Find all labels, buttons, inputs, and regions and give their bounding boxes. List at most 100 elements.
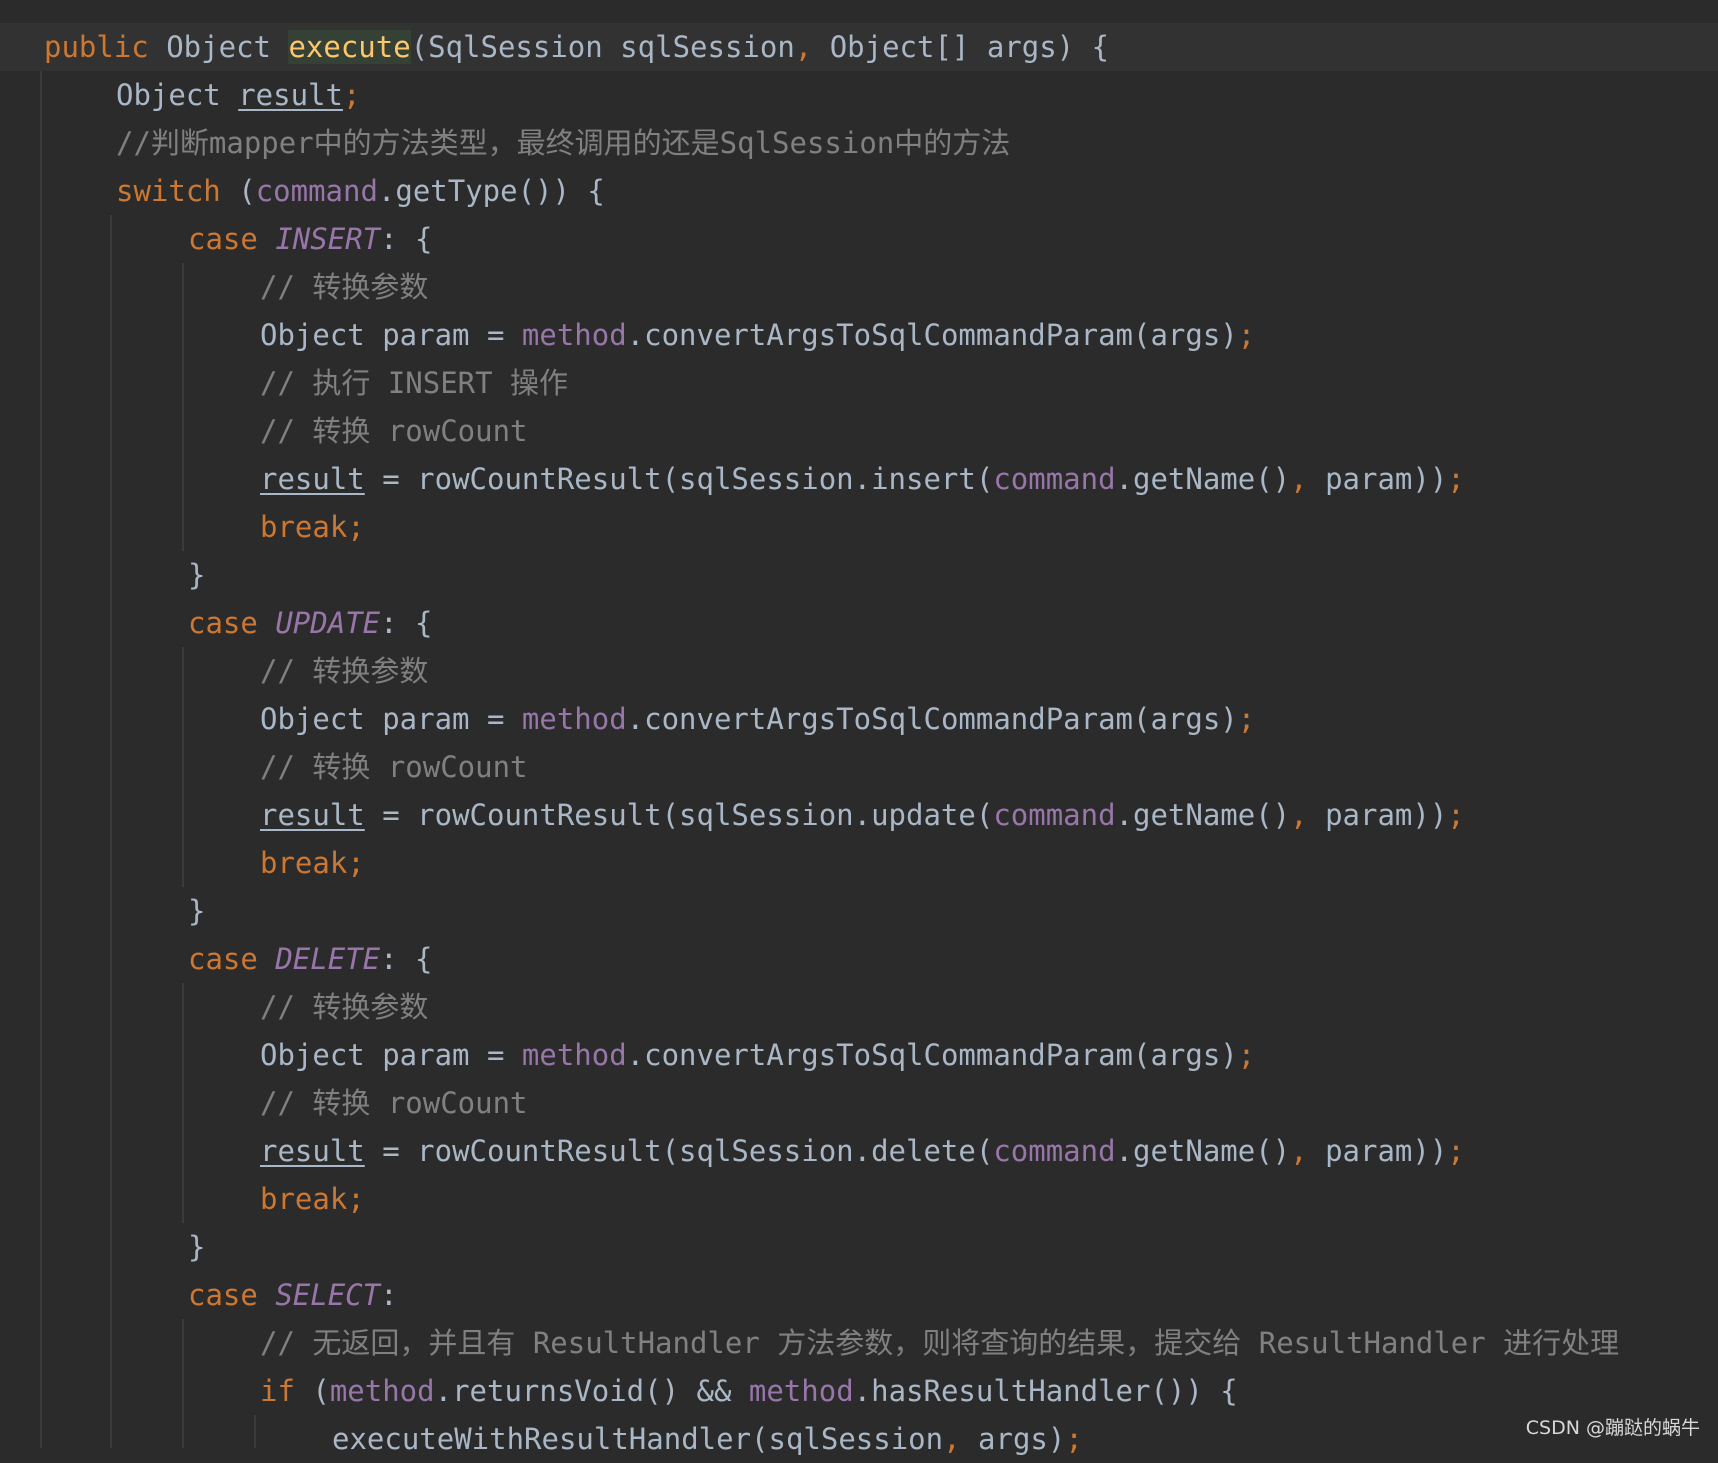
code-token: DELETE bbox=[275, 942, 381, 976]
code-token: ; bbox=[1237, 1038, 1256, 1072]
code-line-content: break; bbox=[260, 510, 365, 544]
code-line-content: } bbox=[188, 894, 205, 928]
code-line-content: break; bbox=[260, 846, 365, 880]
code-token: switch bbox=[116, 174, 221, 208]
code-token: break; bbox=[260, 1182, 365, 1216]
code-line[interactable]: // 转换参数 bbox=[44, 263, 428, 311]
code-line[interactable]: case SELECT: bbox=[44, 1271, 398, 1319]
code-line-content: // 执行 INSERT 操作 bbox=[260, 366, 568, 400]
code-token: command bbox=[993, 1134, 1116, 1168]
code-token: result bbox=[260, 1134, 365, 1168]
code-token: method bbox=[748, 1374, 854, 1408]
code-token: .getName() bbox=[1115, 462, 1291, 496]
code-line[interactable]: } bbox=[44, 1223, 205, 1271]
code-line[interactable]: case DELETE: { bbox=[44, 935, 432, 983]
code-line-content: result = rowCountResult(sqlSession.updat… bbox=[260, 798, 1465, 832]
code-line-content: case UPDATE: { bbox=[188, 606, 432, 640]
code-editor[interactable]: public Object execute(SqlSession sqlSess… bbox=[0, 23, 1718, 1456]
code-token: break; bbox=[260, 846, 365, 880]
code-token: // 转换 rowCount bbox=[260, 750, 528, 784]
code-line[interactable]: Object param = method.convertArgsToSqlCo… bbox=[44, 695, 1255, 743]
code-token: case bbox=[188, 222, 276, 256]
code-line[interactable]: // 转换 rowCount bbox=[44, 743, 528, 791]
code-line-content: // 转换 rowCount bbox=[260, 1086, 528, 1120]
code-token: .getName() bbox=[1115, 1134, 1291, 1168]
code-token: .getType()) { bbox=[377, 174, 605, 208]
code-line-content: public Object execute(SqlSession sqlSess… bbox=[44, 23, 1109, 71]
code-token: param)) bbox=[1307, 1134, 1448, 1168]
code-token: = rowCountResult(sqlSession.insert( bbox=[364, 462, 994, 496]
indent-guide-method bbox=[40, 71, 42, 1448]
code-token: ( bbox=[220, 174, 256, 208]
code-line[interactable]: public Object execute(SqlSession sqlSess… bbox=[0, 23, 1718, 71]
code-line-content: } bbox=[188, 558, 205, 592]
code-token: .convertArgsToSqlCommandParam(args) bbox=[626, 1038, 1238, 1072]
code-token: } bbox=[188, 1230, 206, 1264]
code-line-content: // 无返回，并且有 ResultHandler 方法参数，则将查询的结果，提交… bbox=[260, 1326, 1619, 1360]
code-token: ; bbox=[1447, 1134, 1465, 1168]
code-line[interactable]: break; bbox=[44, 839, 365, 887]
code-token: ; bbox=[1065, 1422, 1083, 1456]
code-token: method bbox=[329, 1374, 435, 1408]
code-line[interactable]: Object param = method.convertArgsToSqlCo… bbox=[44, 311, 1255, 359]
code-line[interactable]: // 无返回，并且有 ResultHandler 方法参数，则将查询的结果，提交… bbox=[44, 1319, 1619, 1367]
code-token: .returnsVoid() && bbox=[434, 1374, 749, 1408]
code-line-content: executeWithResultHandler(sqlSession, arg… bbox=[332, 1422, 1083, 1456]
code-line[interactable]: case INSERT: { bbox=[44, 215, 432, 263]
code-token: ; bbox=[342, 78, 361, 112]
code-token: method bbox=[521, 318, 627, 352]
code-token: } bbox=[188, 558, 206, 592]
code-line[interactable]: // 转换参数 bbox=[44, 647, 428, 695]
code-line[interactable]: // 转换 rowCount bbox=[44, 1079, 528, 1127]
code-token: public bbox=[44, 30, 149, 64]
code-token: ; bbox=[1447, 798, 1465, 832]
code-line[interactable]: //判断mapper中的方法类型，最终调用的还是SqlSession中的方法 bbox=[44, 119, 1010, 167]
code-token: // 转换 rowCount bbox=[260, 1086, 528, 1120]
code-token: // 转换参数 bbox=[260, 654, 429, 688]
code-line-content: case INSERT: { bbox=[188, 222, 432, 256]
code-line-content: result = rowCountResult(sqlSession.delet… bbox=[260, 1134, 1465, 1168]
code-line-content: // 转换参数 bbox=[260, 990, 428, 1024]
code-token: : bbox=[380, 1278, 398, 1312]
code-token: Object param = bbox=[260, 318, 522, 352]
code-token: Object bbox=[148, 30, 289, 64]
code-line[interactable]: Object result; bbox=[44, 71, 360, 119]
code-line[interactable]: break; bbox=[44, 1175, 365, 1223]
code-token: = rowCountResult(sqlSession.update( bbox=[364, 798, 994, 832]
code-line[interactable]: case UPDATE: { bbox=[44, 599, 432, 647]
code-line-content: Object result; bbox=[116, 78, 360, 112]
code-line[interactable]: Object param = method.convertArgsToSqlCo… bbox=[44, 1031, 1255, 1079]
code-line[interactable]: break; bbox=[44, 503, 365, 551]
code-line-content: Object param = method.convertArgsToSqlCo… bbox=[260, 702, 1255, 736]
code-token: ; bbox=[1237, 702, 1256, 736]
code-line[interactable]: // 执行 INSERT 操作 bbox=[44, 359, 568, 407]
code-token: command bbox=[993, 462, 1116, 496]
code-line[interactable]: // 转换参数 bbox=[44, 983, 428, 1031]
code-token: method bbox=[521, 1038, 627, 1072]
code-token: // 转换参数 bbox=[260, 990, 429, 1024]
code-token: // 转换参数 bbox=[260, 270, 429, 304]
code-token: , bbox=[1290, 1134, 1308, 1168]
code-line[interactable]: } bbox=[44, 551, 205, 599]
code-token: // 无返回，并且有 ResultHandler 方法参数，则将查询的结果，提交… bbox=[260, 1326, 1620, 1360]
code-token: : { bbox=[380, 942, 433, 976]
code-token: case bbox=[188, 606, 276, 640]
code-token: ; bbox=[1447, 462, 1465, 496]
code-line[interactable]: result = rowCountResult(sqlSession.inser… bbox=[44, 455, 1465, 503]
code-line-content: } bbox=[188, 1230, 205, 1264]
code-line-content: if (method.returnsVoid() && method.hasRe… bbox=[260, 1374, 1238, 1408]
code-line[interactable]: result = rowCountResult(sqlSession.updat… bbox=[44, 791, 1465, 839]
code-line-content: result = rowCountResult(sqlSession.inser… bbox=[260, 462, 1465, 496]
code-line[interactable]: result = rowCountResult(sqlSession.delet… bbox=[44, 1127, 1465, 1175]
code-line[interactable]: executeWithResultHandler(sqlSession, arg… bbox=[44, 1415, 1083, 1463]
code-line[interactable]: switch (command.getType()) { bbox=[44, 167, 605, 215]
code-line[interactable]: if (method.returnsVoid() && method.hasRe… bbox=[44, 1367, 1238, 1415]
code-token: (SqlSession sqlSession bbox=[410, 30, 795, 64]
code-line[interactable]: // 转换 rowCount bbox=[44, 407, 528, 455]
code-token: case bbox=[188, 942, 276, 976]
code-line[interactable]: } bbox=[44, 887, 205, 935]
code-token: result bbox=[260, 798, 365, 832]
code-line-content: Object param = method.convertArgsToSqlCo… bbox=[260, 1038, 1255, 1072]
code-token: method bbox=[521, 702, 627, 736]
code-line-content: // 转换参数 bbox=[260, 270, 428, 304]
